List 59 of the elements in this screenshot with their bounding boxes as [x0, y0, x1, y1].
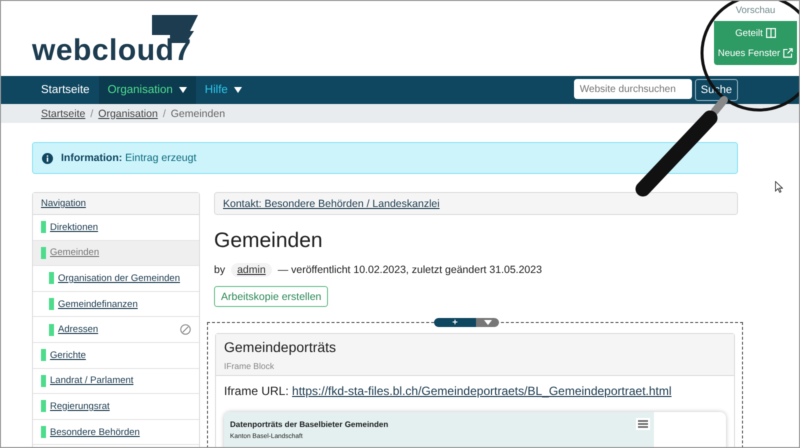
nav-tree-link[interactable]: Direktionen: [50, 222, 191, 233]
preview-option[interactable]: Geteilt: [733, 24, 778, 42]
breadcrumb-link[interactable]: Organisation: [98, 108, 158, 120]
nav-tree-item[interactable]: Gemeindefinanzen: [33, 292, 199, 318]
block-title: Gemeindeporträts: [224, 339, 338, 355]
status-bar-icon: [41, 246, 46, 259]
status-bar-icon: [41, 349, 46, 362]
embed-title: Datenporträts der Baselbieter Gemeinden: [230, 420, 388, 429]
status-bar-icon: [49, 324, 54, 336]
mouse-pointer-icon: [775, 181, 783, 193]
iframe-url-link[interactable]: https://fkd-sta-files.bl.ch/Gemeindeportraets/BL_Gemeindeportraet.html: [292, 384, 672, 398]
add-block-button[interactable]: +: [434, 318, 476, 327]
preview-option[interactable]: Neues Fenster: [716, 44, 796, 62]
nav-tree-link[interactable]: Besondere Behörden: [50, 426, 191, 438]
nav-menu-item[interactable]: Startseite: [32, 76, 99, 104]
nav-tree-link[interactable]: Landrat / Parlament: [50, 375, 191, 386]
nav-menu-item[interactable]: Hilfe: [196, 76, 251, 104]
status-bar-icon: [41, 400, 46, 412]
external-link-icon: [783, 48, 794, 58]
nav-tree-link[interactable]: Gemeinden: [50, 247, 191, 258]
status-bar-icon: [41, 426, 46, 438]
alert-message: Information: Eintrag erzeugt: [61, 152, 196, 164]
caret-icon: [484, 320, 492, 325]
nav-menu-item[interactable]: Organisation: [98, 76, 196, 104]
nav-tree-link[interactable]: Regierungsrat: [50, 400, 191, 412]
nav-tree-link[interactable]: Gerichte: [50, 350, 191, 361]
breadcrumb-current: Gemeinden: [170, 108, 226, 120]
status-bar-icon: [49, 272, 54, 284]
nav-tree-link[interactable]: Gemeindefinanzen: [58, 298, 191, 310]
author-link[interactable]: admin: [231, 263, 272, 277]
nav-tree-item[interactable]: Gerichte: [33, 342, 199, 369]
split-view-icon: [766, 28, 776, 38]
preview-title: Vorschau: [734, 5, 776, 18]
status-bar-icon: [41, 221, 46, 234]
menu-icon[interactable]: [636, 418, 650, 430]
block-type-label: IFrame Block: [224, 361, 276, 371]
page-title: Gemeinden: [214, 229, 324, 253]
nav-tree-item[interactable]: Landrat / Parlament: [33, 368, 199, 394]
nav-tree-link[interactable]: Organisation der Gemeinden: [58, 272, 191, 284]
byline-prefix: by: [214, 264, 226, 276]
breadcrumb-separator: /: [162, 108, 166, 120]
nav-tree-link[interactable]: Adressen: [58, 324, 176, 336]
breadcrumb-separator: /: [90, 108, 94, 120]
breadcrumb-link[interactable]: Startseite: [41, 108, 86, 120]
navigation-title-link[interactable]: Navigation: [41, 198, 86, 209]
nav-tree-item[interactable]: Adressen: [33, 317, 199, 343]
info-icon: [42, 152, 53, 164]
nav-tree-item[interactable]: Organisation der Gemeinden: [33, 266, 199, 292]
create-working-copy-button[interactable]: Arbeitskopie erstellen: [214, 286, 328, 307]
byline-dates: — veröffentlicht 10.02.2023, zuletzt geändert 31.05.2023: [278, 264, 542, 276]
nav-tree-item[interactable]: Besondere Behörden: [33, 420, 199, 446]
status-bar-icon: [49, 298, 54, 310]
add-block-dropdown[interactable]: [476, 318, 499, 327]
logo-text[interactable]: webcloud7: [32, 35, 198, 67]
status-bar-icon: [41, 374, 46, 387]
iframe-url-label: Iframe URL:: [224, 384, 289, 398]
search-field[interactable]: Website durchsuchen: [574, 79, 692, 99]
nav-tree-item[interactable]: Regierungsrat: [33, 394, 199, 420]
nav-tree-item[interactable]: Gemeinden: [33, 240, 199, 266]
